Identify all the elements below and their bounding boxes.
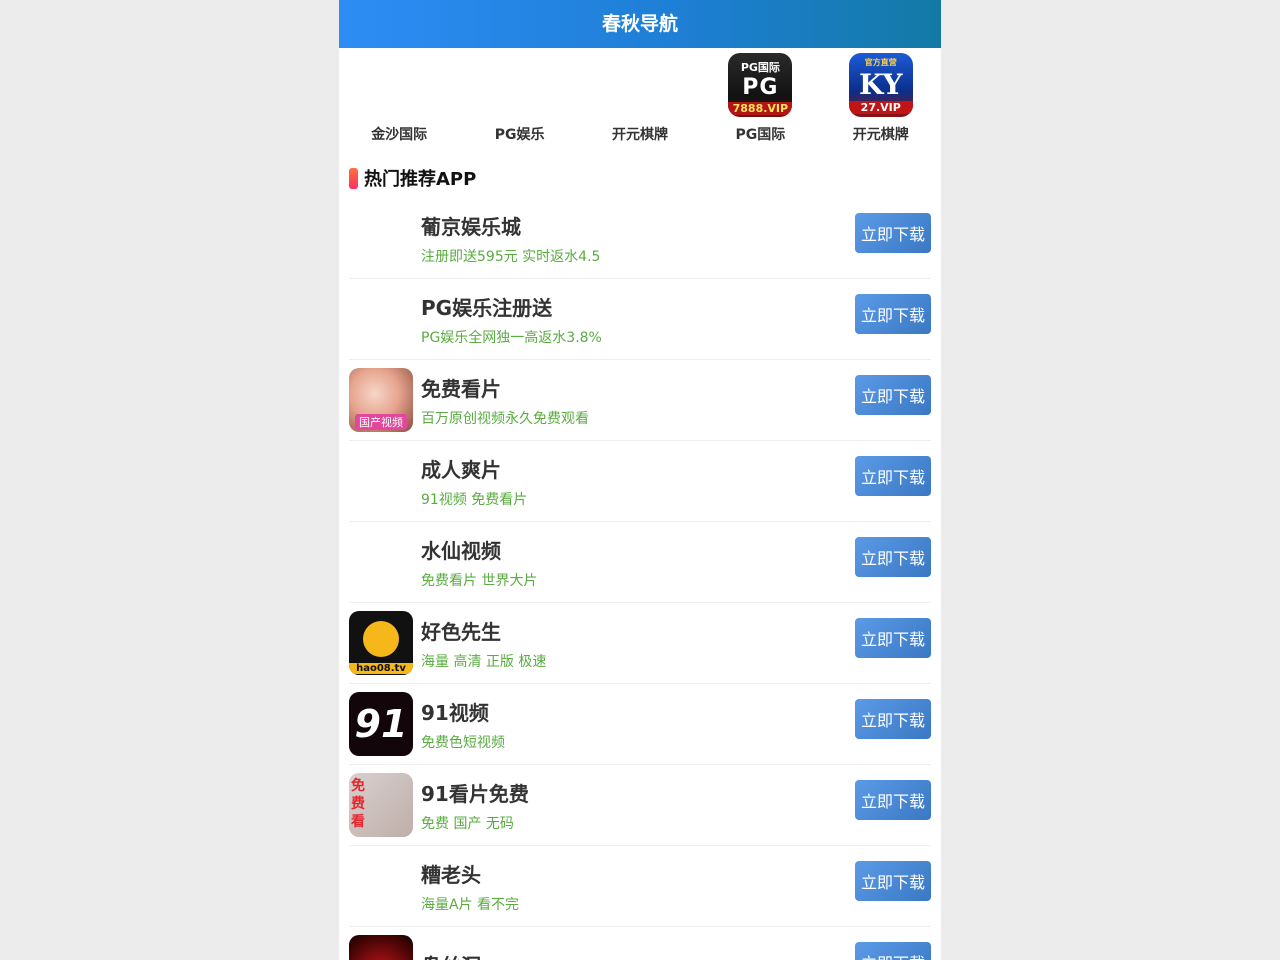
list-item[interactable]: 水仙视频 免费看片 世界大片 立即下载 [349,522,931,603]
blank-app-icon [349,206,413,270]
nav-item-label: PG娱乐 [494,127,545,143]
top-nav: 金沙国际 PG娱乐 开元棋牌 PG国际 PG 7888.VIP PG国际 官方直… [339,48,941,148]
list-item[interactable]: 葡京娱乐城 注册即送595元 实时返水4.5 立即下载 [349,198,931,279]
list-item[interactable]: 盘丝洞 立即下载 [349,927,931,960]
nav-item-label: 开元棋牌 [852,127,909,143]
icon-text: PG国际 [740,61,780,74]
app-page: 春秋导航 金沙国际 PG娱乐 开元棋牌 PG国际 PG 7888.VIP PG国… [339,0,941,960]
list-item[interactable]: 糟老头 海量A片 看不完 立即下载 [349,846,931,927]
blank-app-icon [349,854,413,918]
blank-app-icon [367,53,431,117]
nav-item-label: PG国际 [735,127,786,143]
list-item[interactable]: 国产视频 免费看片 百万原创视频永久免费观看 立即下载 [349,360,931,441]
nav-item-label: 金沙国际 [371,127,428,143]
blank-app-icon [349,287,413,351]
blank-app-icon [349,530,413,594]
icon-text: 7888.VIP [728,102,793,115]
download-button[interactable]: 立即下载 [855,780,931,820]
pg-logo-icon: PG国际 PG 7888.VIP [728,53,793,117]
page-title: 春秋导航 [339,0,941,48]
blank-app-icon [608,53,672,117]
nav-item-label: 开元棋牌 [611,127,668,143]
download-button[interactable]: 立即下载 [855,375,931,415]
91-logo-icon: 91 [349,692,413,756]
nav-item-jinsha[interactable]: 金沙国际 [339,53,459,148]
icon-text: 27.VIP [848,101,913,114]
nav-item-kaiyuan-2[interactable]: 官方直营 KY 27.VIP 开元棋牌 [821,53,941,148]
red-photo-icon [349,935,413,960]
list-item[interactable]: hao08.tv 好色先生 海量 高清 正版 极速 立即下载 [349,603,931,684]
ky-logo-icon: 官方直营 KY 27.VIP [848,53,913,117]
icon-caption: hao08.tv [349,663,413,674]
hao-logo-icon: hao08.tv [349,611,413,675]
download-button[interactable]: 立即下载 [855,213,931,253]
download-button[interactable]: 立即下载 [855,294,931,334]
download-button[interactable]: 立即下载 [855,699,931,739]
nav-item-kaiyuan[interactable]: 开元棋牌 [580,53,700,148]
blank-app-icon [488,53,552,117]
list-item[interactable]: 免费看 91看片免费 免费 国产 无码 立即下载 [349,765,931,846]
icon-text: 官方直营 [864,58,897,67]
section-bar [349,167,358,189]
icon-text: KY [858,68,903,101]
app-list: 葡京娱乐城 注册即送595元 实时返水4.5 立即下载 PG娱乐注册送 PG娱乐… [349,198,931,960]
download-button[interactable]: 立即下载 [855,456,931,496]
download-button[interactable]: 立即下载 [855,537,931,577]
logo-circle [363,621,399,657]
download-button[interactable]: 立即下载 [855,861,931,901]
list-item[interactable]: PG娱乐注册送 PG娱乐全网独一高返水3.8% 立即下载 [349,279,931,360]
nav-item-pg-guoji[interactable]: PG国际 PG 7888.VIP PG国际 [700,53,820,148]
blank-app-icon [349,449,413,513]
download-button[interactable]: 立即下载 [855,942,931,960]
section-header: 热门推荐APP [349,166,941,190]
icon-caption: 免费看 [351,778,365,830]
list-item[interactable]: 成人爽片 91视频 免费看片 立即下载 [349,441,931,522]
section-title: 热门推荐APP [364,169,477,190]
icon-text: PG [742,75,779,100]
list-item[interactable]: 91 91视频 免费色短视频 立即下载 [349,684,931,765]
girl-photo-icon: 国产视频 [349,368,413,432]
free-watch-icon: 免费看 [349,773,413,837]
nav-item-pg-yule[interactable]: PG娱乐 [459,53,579,148]
download-button[interactable]: 立即下载 [855,618,931,658]
icon-caption: 国产视频 [355,414,407,430]
